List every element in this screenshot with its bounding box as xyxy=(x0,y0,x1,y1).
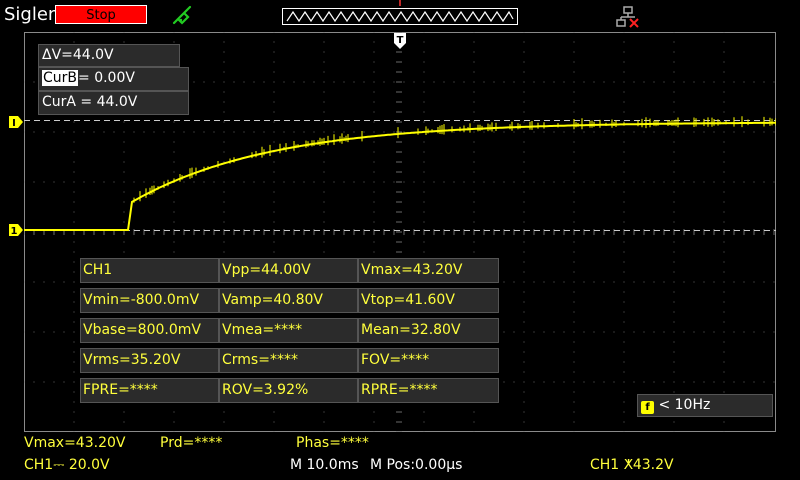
trigger-position-marker[interactable]: T xyxy=(393,32,407,50)
probe-icon xyxy=(172,5,192,25)
measurement-cell: CH1 xyxy=(80,258,219,283)
measurement-cell: Vrms=35.20V xyxy=(80,348,219,373)
delta-v-label: ΔV=44.0V xyxy=(42,47,114,63)
cursor-delta-readout: ΔV=44.0V xyxy=(38,44,180,67)
network-disconnected-icon xyxy=(616,6,639,28)
cursor-b-label: CurB xyxy=(42,70,79,86)
measurement-cell: Vmax=43.20V xyxy=(358,258,499,283)
svg-text:T: T xyxy=(397,35,404,46)
ch1-vertical-scale[interactable]: CH1⎓ 20.0V xyxy=(24,457,110,473)
cursor-b-readout[interactable]: CurB= 0.00V xyxy=(38,67,189,91)
run-stop-button[interactable]: Stop xyxy=(55,5,147,24)
measurement-cell: FPRE=**** xyxy=(80,378,219,403)
measurement-cell: Crms=**** xyxy=(219,348,358,373)
measurement-cell: FOV=**** xyxy=(358,348,499,373)
measurement-cell: Vamp=40.80V xyxy=(219,288,358,313)
memory-waveform-icon xyxy=(286,10,514,23)
status-period: Prd=**** xyxy=(160,435,223,451)
measurement-cell: Vpp=44.00V xyxy=(219,258,358,283)
status-vmax: Vmax=43.20V xyxy=(24,435,126,451)
timebase-scale[interactable]: M 10.0ms xyxy=(290,457,359,473)
measurement-cell: Mean=32.80V xyxy=(358,318,499,343)
frequency-badge-icon: f xyxy=(641,401,654,414)
trigger-frequency-readout: f < 10Hz xyxy=(637,394,773,417)
trigger-level-readout[interactable]: CH1 ⵅ43.2V xyxy=(590,457,674,473)
status-phase: Phas=**** xyxy=(296,435,369,451)
measurement-cell: Vtop=41.60V xyxy=(358,288,499,313)
svg-text:1: 1 xyxy=(11,226,18,237)
ch1-ground-marker[interactable]: 1 xyxy=(8,223,24,237)
cursor-a-readout[interactable]: CurA = 44.0V xyxy=(38,91,189,115)
cursor-level-marker[interactable]: I xyxy=(8,115,24,129)
trigger-frequency-value: < 10Hz xyxy=(658,397,711,413)
horizontal-position[interactable]: M Pos:0.00µs xyxy=(370,457,462,473)
measurement-cell: Vbase=800.0mV xyxy=(80,318,219,343)
cursor-b-value: = 0.00V xyxy=(78,70,135,86)
measurement-cell: Vmea=**** xyxy=(219,318,358,343)
trigger-position-top-marker xyxy=(399,0,401,6)
measurement-cell: RPRE=**** xyxy=(358,378,499,403)
cursor-a-value: CurA = 44.0V xyxy=(42,94,138,110)
measurement-cell: Vmin=-800.0mV xyxy=(80,288,219,313)
svg-text:I: I xyxy=(12,118,16,129)
measurement-cell: ROV=3.92% xyxy=(219,378,358,403)
memory-depth-bar xyxy=(282,8,518,25)
